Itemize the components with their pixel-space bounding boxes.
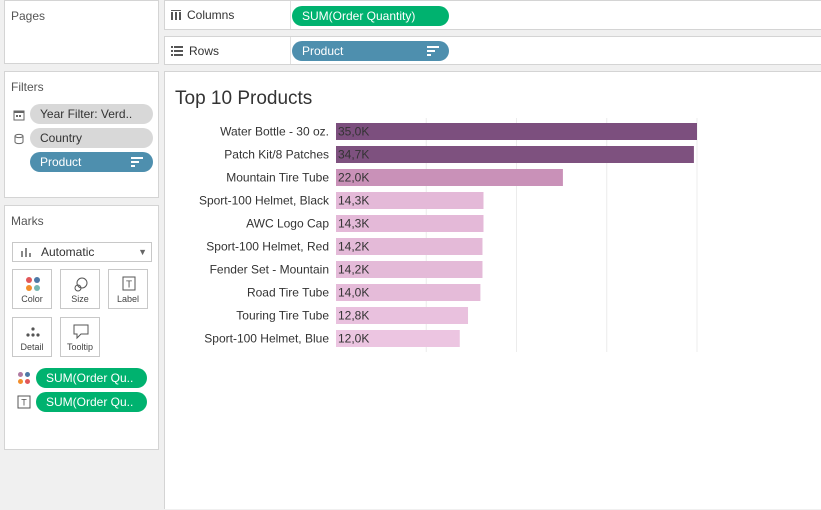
bar-data-label: 12,8K [338, 309, 369, 323]
color-button-label: Color [21, 294, 43, 304]
size-button[interactable]: Size [60, 269, 100, 309]
rows-shelf-header: Rows [171, 37, 219, 64]
rows-pill-label: Product [302, 44, 344, 58]
filters-panel: Filters Year Filter: Verd.. Country Prod… [4, 71, 159, 198]
columns-shelf-header: Columns [171, 1, 234, 29]
columns-shelf[interactable]: Columns SUM(Order Quantity) [164, 0, 821, 30]
mark-field-color-pill[interactable]: SUM(Order Qu.. [36, 368, 147, 388]
detail-icon [26, 327, 40, 337]
bar-data-label: 12,0K [338, 332, 369, 346]
category-label: Touring Tire Tube [236, 309, 329, 323]
pages-title: Pages [11, 9, 46, 23]
category-label: Patch Kit/8 Patches [224, 148, 329, 162]
rows-icon [171, 45, 183, 56]
bar-data-label: 14,2K [338, 240, 369, 254]
category-label: Mountain Tire Tube [226, 171, 329, 185]
bar-data-label: 14,3K [338, 217, 369, 231]
filter-pill-product[interactable]: Product [30, 152, 153, 172]
label-text-icon: T [17, 395, 31, 409]
label-button[interactable]: T Label [108, 269, 148, 309]
category-label: AWC Logo Cap [246, 217, 329, 231]
filter-pill-year[interactable]: Year Filter: Verd.. [30, 104, 153, 124]
bar-data-label: 34,7K [338, 148, 369, 162]
filter-pill-country[interactable]: Country [30, 128, 153, 148]
tooltip-icon [73, 324, 89, 340]
category-label: Sport-100 Helmet, Blue [204, 332, 329, 346]
mark-field-label-label: SUM(Order Qu.. [46, 395, 134, 409]
bar-data-label: 14,2K [338, 263, 369, 277]
mark-type-value: Automatic [41, 245, 95, 259]
pages-panel: Pages [4, 0, 159, 64]
mark-field-color-row: SUM(Order Qu.. [17, 368, 157, 388]
mark-field-label-pill[interactable]: SUM(Order Qu.. [36, 392, 147, 412]
filter-pill-product-label: Product [40, 155, 82, 169]
mark-type-select[interactable]: Automatic ▼ [12, 242, 152, 262]
sort-descending-icon [427, 41, 439, 61]
columns-icon [171, 10, 181, 20]
category-label: Sport-100 Helmet, Black [199, 194, 330, 208]
filters-title: Filters [11, 80, 44, 94]
bar-chart-icon [21, 248, 31, 257]
category-label: Road Tire Tube [247, 286, 329, 300]
calendar-filter-icon [13, 109, 25, 121]
mark-field-color-label: SUM(Order Qu.. [46, 371, 134, 385]
detail-button-label: Detail [20, 342, 44, 352]
columns-pill[interactable]: SUM(Order Quantity) [292, 6, 449, 26]
svg-text:T: T [126, 280, 132, 291]
sort-descending-icon [131, 152, 143, 172]
bar-data-label: 14,3K [338, 194, 369, 208]
tooltip-button[interactable]: Tooltip [60, 317, 100, 357]
label-button-label: Label [116, 294, 140, 304]
rows-shelf-label: Rows [189, 43, 220, 58]
mark-field-label-row: T SUM(Order Qu.. [17, 392, 157, 412]
bar [336, 169, 563, 186]
color-button[interactable]: Color [12, 269, 52, 309]
bar-data-label: 22,0K [338, 171, 369, 185]
database-icon [13, 133, 25, 145]
columns-pill-label: SUM(Order Quantity) [302, 9, 416, 23]
bar [336, 146, 694, 163]
tooltip-button-label: Tooltip [66, 342, 93, 352]
rows-shelf[interactable]: Rows Product [164, 36, 821, 65]
chevron-down-icon: ▼ [138, 247, 147, 257]
shelf-divider [290, 1, 291, 29]
shelf-divider [290, 37, 291, 64]
bar-data-label: 14,0K [338, 286, 369, 300]
marks-panel: Marks Automatic ▼ Color Size T Label Det… [4, 205, 159, 450]
columns-shelf-label: Columns [187, 8, 235, 22]
filter-pill-country-label: Country [40, 131, 83, 145]
marks-title: Marks [11, 214, 44, 228]
bar-data-label: 35,0K [338, 125, 369, 139]
color-dots-icon [26, 277, 40, 291]
filter-pill-year-label: Year Filter: Verd.. [40, 107, 133, 121]
bar [336, 123, 697, 140]
size-button-label: Size [71, 294, 89, 304]
category-label: Sport-100 Helmet, Red [206, 240, 329, 254]
category-label: Fender Set - Mountain [210, 263, 329, 277]
viz-canvas[interactable]: Top 10 Products 35,0K Water Bottle - 30 o… [164, 71, 821, 509]
category-label: Water Bottle - 30 oz. [220, 125, 329, 139]
svg-text:T: T [21, 398, 27, 408]
size-icon [74, 277, 88, 292]
bar-chart[interactable]: 35,0K Water Bottle - 30 oz. 34,7K Patch Kit… [165, 72, 821, 510]
label-icon: T [122, 276, 136, 291]
rows-pill[interactable]: Product [292, 41, 449, 61]
detail-button[interactable]: Detail [12, 317, 52, 357]
color-dots-icon [18, 372, 30, 384]
